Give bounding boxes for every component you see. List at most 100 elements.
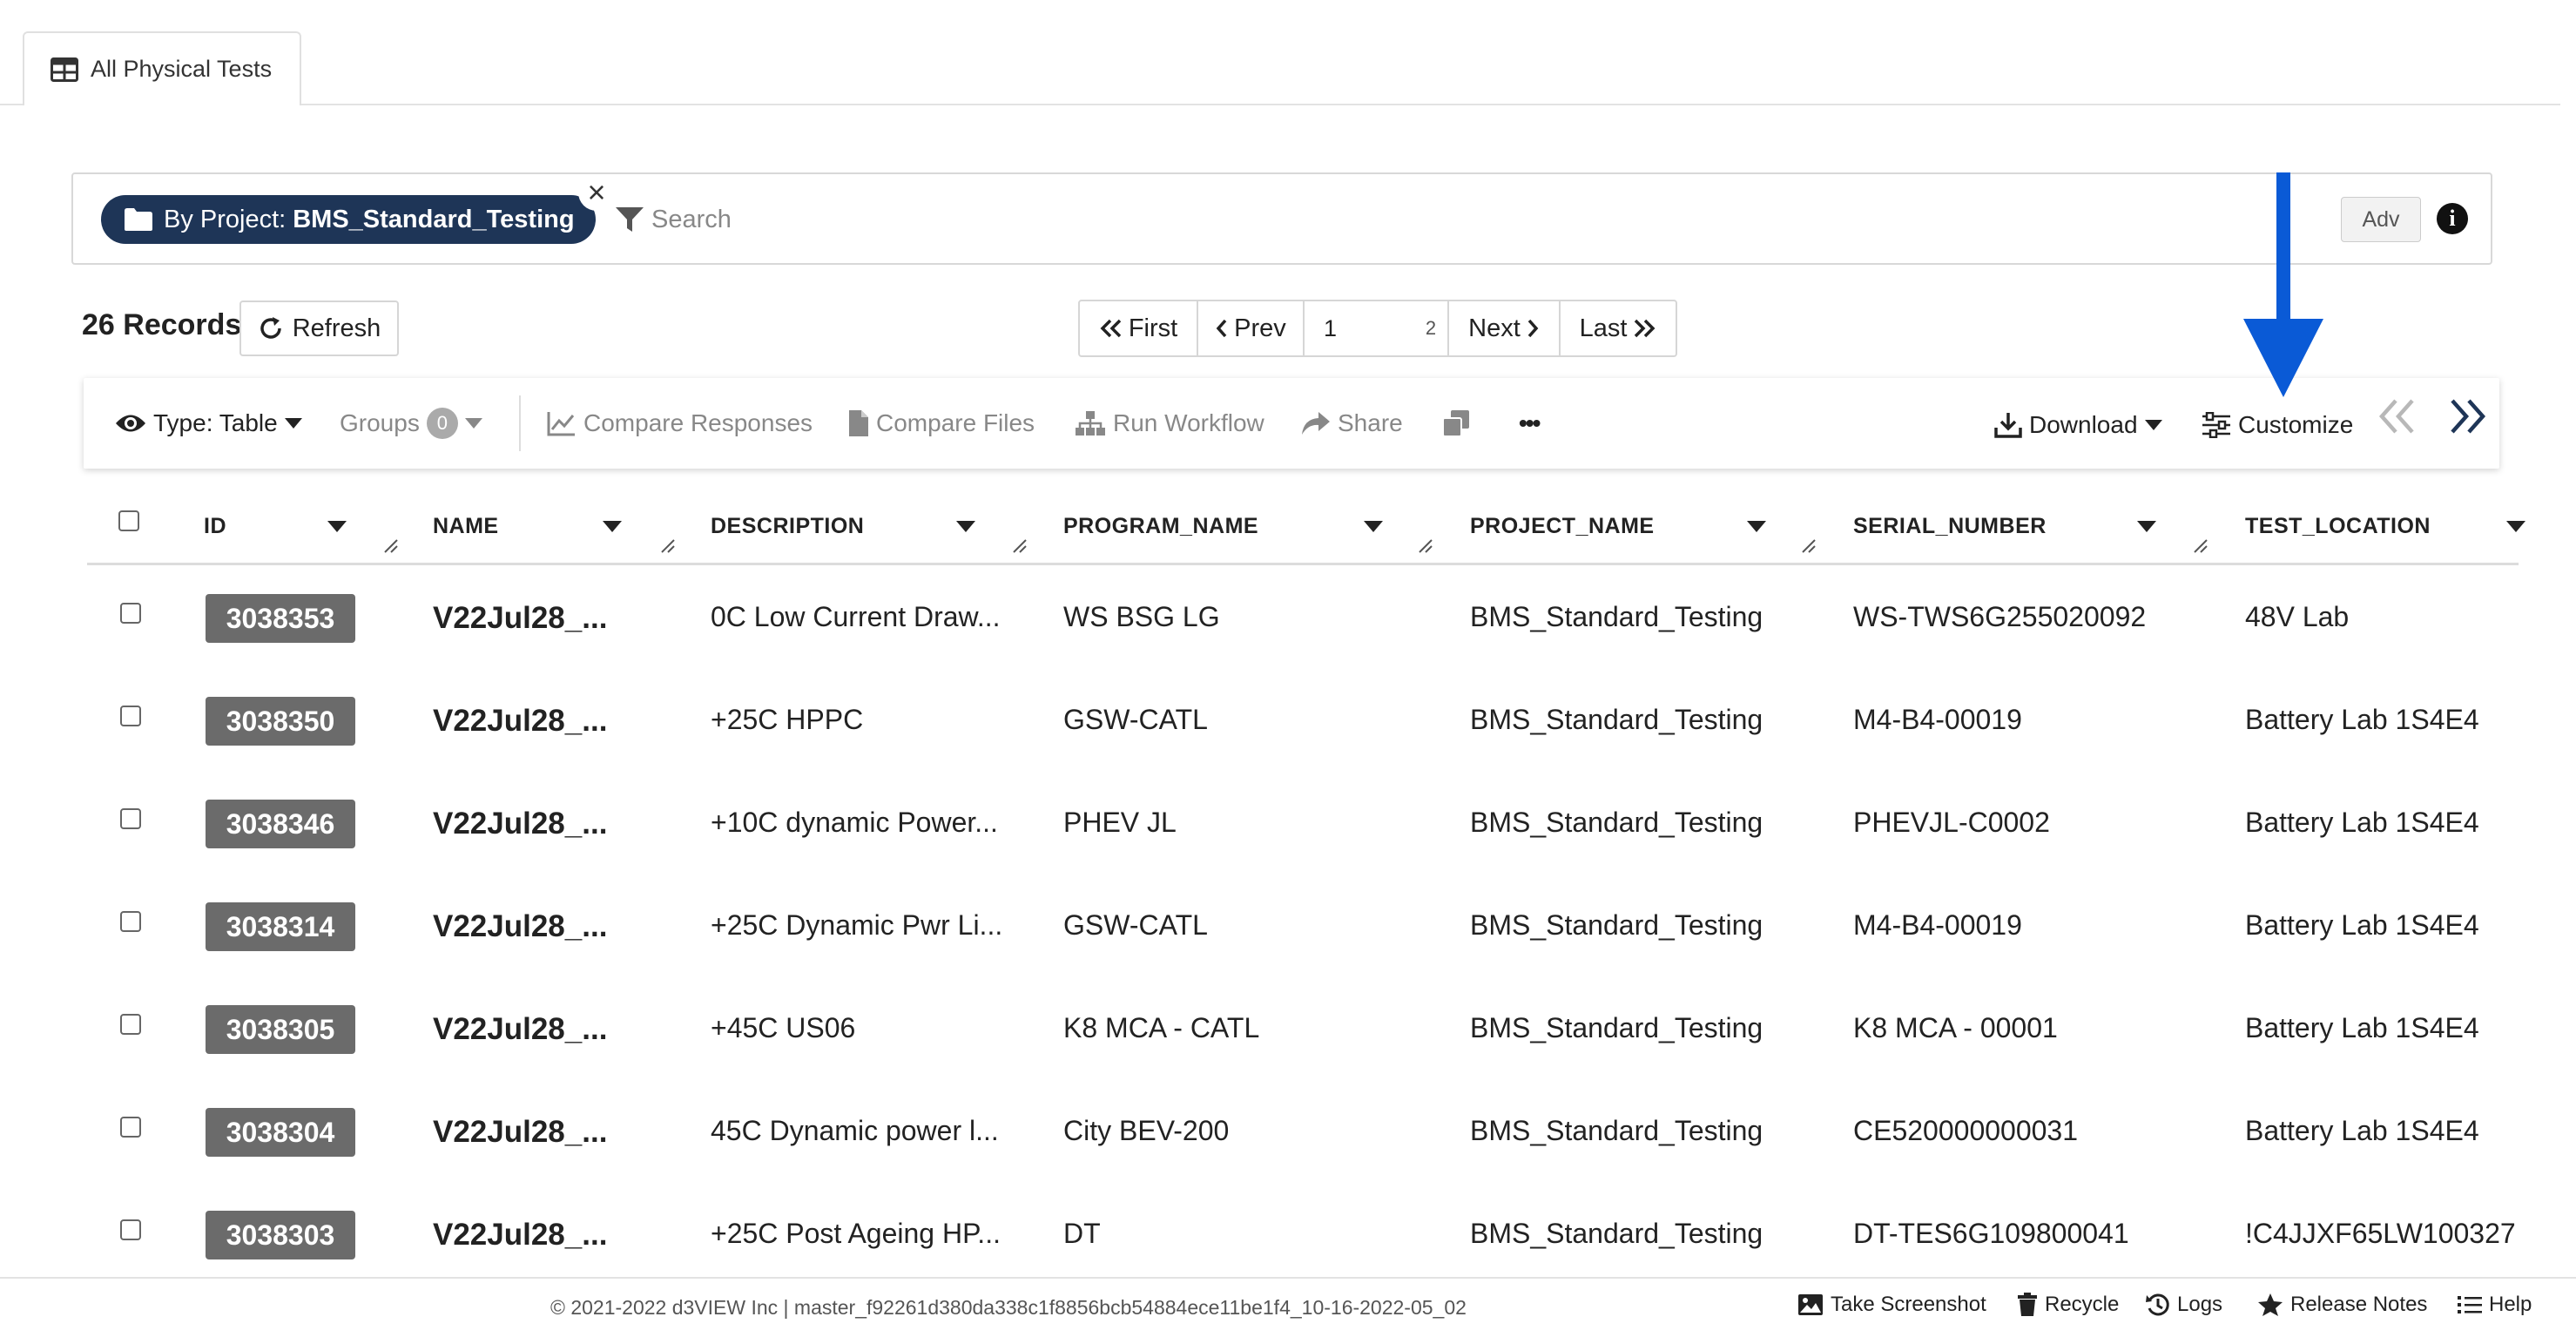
run-workflow-label: Run Workflow <box>1113 409 1264 436</box>
compare-files-button[interactable]: Compare Files <box>848 406 1035 441</box>
row-id-badge[interactable]: 3038314 <box>206 902 355 951</box>
row-select-checkbox[interactable] <box>120 911 141 932</box>
row-name[interactable]: V22Jul28_... <box>433 1115 607 1150</box>
row-select-checkbox[interactable] <box>120 603 141 624</box>
chevron-left-icon <box>1215 318 1229 339</box>
column-resize-handle-icon[interactable] <box>1801 538 1817 554</box>
run-workflow-button[interactable]: Run Workflow <box>1075 406 1264 441</box>
row-id-badge[interactable]: 3038350 <box>206 697 355 746</box>
take-screenshot-button[interactable]: Take Screenshot <box>1797 1293 1986 1317</box>
first-page-button[interactable]: First <box>1080 301 1198 355</box>
scroll-columns-right-icon[interactable] <box>2447 399 2487 434</box>
select-all-checkbox[interactable] <box>118 510 139 531</box>
column-sort-caret-icon[interactable] <box>2506 521 2525 532</box>
row-select-checkbox[interactable] <box>120 706 141 726</box>
column-sort-caret-icon[interactable] <box>2137 521 2156 532</box>
records-count: 26 Records <box>82 308 242 341</box>
groups-count-badge: 0 <box>426 408 458 439</box>
help-label: Help <box>2489 1293 2532 1316</box>
row-name[interactable]: V22Jul28_... <box>433 1218 607 1253</box>
info-icon[interactable]: i <box>2437 203 2468 234</box>
column-sort-caret-icon[interactable] <box>1747 521 1766 532</box>
row-name[interactable]: V22Jul28_... <box>433 704 607 739</box>
sliders-icon <box>2202 412 2231 438</box>
more-options-icon[interactable]: ••• <box>1519 406 1541 441</box>
column-header-name[interactable]: NAME <box>433 514 499 539</box>
row-id-badge[interactable]: 3038346 <box>206 800 355 848</box>
first-label: First <box>1128 314 1178 342</box>
column-resize-handle-icon[interactable] <box>1012 538 1028 554</box>
filter-funnel-icon[interactable] <box>615 206 644 233</box>
project-filter-chip[interactable]: By Project: BMS_Standard_Testing <box>101 195 596 244</box>
row-id-badge[interactable]: 3038305 <box>206 1005 355 1054</box>
column-resize-handle-icon[interactable] <box>383 538 399 554</box>
last-page-button[interactable]: Last <box>1561 301 1676 355</box>
compare-responses-button[interactable]: Compare Responses <box>547 406 813 441</box>
prev-page-button[interactable]: Prev <box>1198 301 1305 355</box>
column-sort-caret-icon[interactable] <box>1364 521 1383 532</box>
row-test-location: Battery Lab 1S4E4 <box>2245 1012 2479 1043</box>
column-header-description[interactable]: DESCRIPTION <box>711 514 864 539</box>
customize-label: Customize <box>2238 411 2354 438</box>
copy-button[interactable] <box>1442 406 1470 441</box>
column-header-serial-number[interactable]: SERIAL_NUMBER <box>1853 514 2047 539</box>
help-button[interactable]: Help <box>2458 1293 2532 1317</box>
row-id-badge[interactable]: 3038304 <box>206 1108 355 1157</box>
page-number-input[interactable] <box>1305 301 1414 355</box>
share-button[interactable]: Share <box>1301 406 1403 441</box>
groups-dropdown[interactable]: Groups 0 <box>340 406 482 441</box>
column-header-test-location[interactable]: TEST_LOCATION <box>2245 514 2431 539</box>
column-header-program-name[interactable]: PROGRAM_NAME <box>1063 514 1258 539</box>
total-pages: 2 <box>1414 301 1449 355</box>
remove-filter-close-icon[interactable]: × <box>578 174 615 211</box>
download-dropdown[interactable]: Download <box>1994 408 2162 442</box>
column-sort-caret-icon[interactable] <box>956 521 975 532</box>
column-sort-caret-icon[interactable] <box>327 521 347 532</box>
last-label: Last <box>1579 314 1628 342</box>
column-header-project-name[interactable]: PROJECT_NAME <box>1470 514 1655 539</box>
release-notes-button[interactable]: Release Notes <box>2257 1293 2427 1317</box>
logs-button[interactable]: Logs <box>2146 1293 2222 1317</box>
row-test-location: Battery Lab 1S4E4 <box>2245 1115 2479 1146</box>
tab-all-physical-tests[interactable]: All Physical Tests <box>23 31 301 105</box>
row-id-badge[interactable]: 3038303 <box>206 1211 355 1259</box>
compare-files-label: Compare Files <box>876 409 1035 436</box>
row-test-location: Battery Lab 1S4E4 <box>2245 909 2479 941</box>
row-test-location: !C4JJXF65LW100327 <box>2245 1218 2516 1249</box>
row-description: 0C Low Current Draw... <box>711 601 1001 632</box>
toolbar-divider <box>519 395 521 451</box>
row-name[interactable]: V22Jul28_... <box>433 1012 607 1047</box>
row-project-name: BMS_Standard_Testing <box>1470 1218 1763 1249</box>
image-icon <box>1797 1293 1824 1316</box>
caret-down-icon <box>2144 420 2162 430</box>
column-sort-caret-icon[interactable] <box>603 521 622 532</box>
recycle-button[interactable]: Recycle <box>2017 1293 2119 1317</box>
row-project-name: BMS_Standard_Testing <box>1470 1012 1763 1043</box>
row-select-checkbox[interactable] <box>120 1219 141 1240</box>
column-header-id[interactable]: ID <box>204 514 226 539</box>
column-resize-handle-icon[interactable] <box>1418 538 1433 554</box>
row-name[interactable]: V22Jul28_... <box>433 601 607 636</box>
customize-button[interactable]: Customize <box>2202 408 2353 442</box>
column-resize-handle-icon[interactable] <box>2193 538 2208 554</box>
list-icon <box>2458 1294 2482 1315</box>
row-select-checkbox[interactable] <box>120 1014 141 1035</box>
next-page-button[interactable]: Next <box>1449 301 1561 355</box>
column-resize-handle-icon[interactable] <box>660 538 676 554</box>
caret-down-icon <box>284 418 302 429</box>
row-program-name: WS BSG LG <box>1063 601 1220 632</box>
row-select-checkbox[interactable] <box>120 1117 141 1138</box>
row-name[interactable]: V22Jul28_... <box>433 807 607 841</box>
recycle-label: Recycle <box>2045 1293 2120 1316</box>
view-type-dropdown[interactable]: Type: Table <box>115 406 302 441</box>
row-test-location: 48V Lab <box>2245 601 2350 632</box>
search-input[interactable] <box>650 204 2308 235</box>
row-name[interactable]: V22Jul28_... <box>433 909 607 944</box>
scroll-columns-left-icon[interactable] <box>2377 399 2418 434</box>
advanced-search-button[interactable]: Adv <box>2341 197 2421 242</box>
row-id-badge[interactable]: 3038353 <box>206 594 355 643</box>
row-select-checkbox[interactable] <box>120 808 141 829</box>
take-screenshot-label: Take Screenshot <box>1831 1293 1986 1316</box>
caret-down-icon <box>464 418 482 429</box>
refresh-button[interactable]: Refresh <box>239 300 399 356</box>
